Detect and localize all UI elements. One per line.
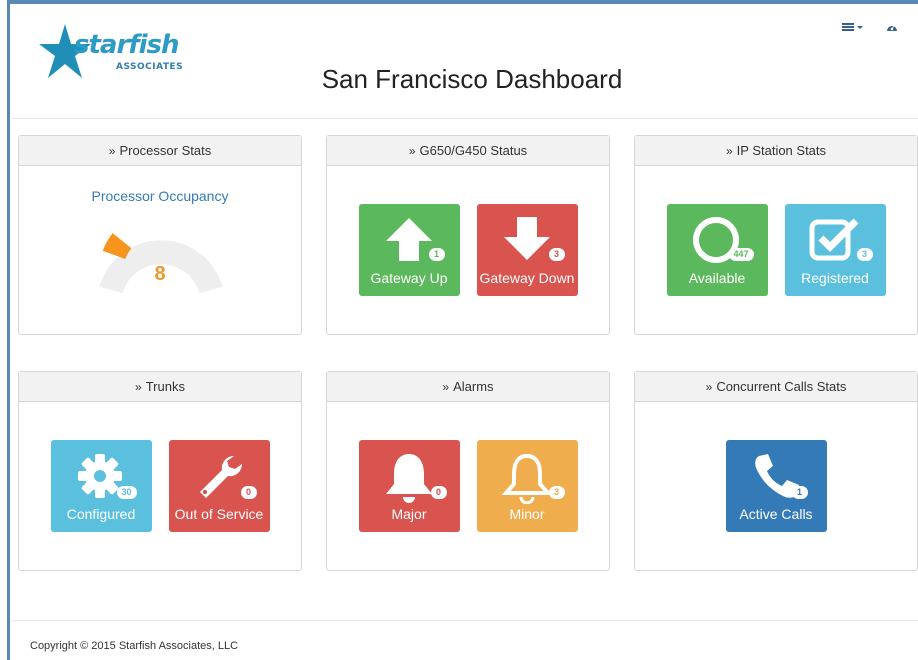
page-title: San Francisco Dashboard xyxy=(321,64,623,94)
gauge-fill-arc xyxy=(102,233,132,260)
tile-label: Gateway Up xyxy=(370,270,448,286)
count-badge: 3 xyxy=(548,486,565,499)
count-badge: 0 xyxy=(430,486,447,499)
panel-title: Trunks xyxy=(145,379,185,394)
double-chevron-icon: » xyxy=(442,380,450,394)
tile-label: Registered xyxy=(801,270,869,286)
available-tile[interactable]: 447 Available xyxy=(666,204,768,296)
tile-label: Active Calls xyxy=(739,506,813,522)
count-badge: 1 xyxy=(428,248,445,261)
dashboard-button[interactable] xyxy=(886,22,898,32)
active-calls-tile[interactable]: 1 Active Calls xyxy=(725,440,827,532)
top-nav xyxy=(842,22,898,32)
count-badge: 3 xyxy=(548,248,565,261)
tile-label: Gateway Down xyxy=(479,270,575,286)
footer-copyright: Copyright © 2015 Starfish Associates, LL… xyxy=(30,640,239,652)
panel-concurrent-calls: » Concurrent Calls Stats 1 Active Calls xyxy=(634,371,918,571)
panel-title: G650/G450 Status xyxy=(419,143,528,158)
panel-header: » Alarms xyxy=(327,372,609,402)
panel-title: Alarms xyxy=(453,379,494,394)
panel-header: » Trunks xyxy=(19,372,301,402)
window-left-border xyxy=(0,0,10,660)
panel-title: IP Station Stats xyxy=(736,143,827,158)
registered-tile[interactable]: 3 Registered xyxy=(784,204,886,296)
arrow-up-icon xyxy=(386,218,432,261)
arrow-down-icon xyxy=(504,217,550,260)
count-badge: 3 xyxy=(856,248,873,261)
dashboard-icon xyxy=(887,25,897,31)
menu-dropdown-button[interactable] xyxy=(842,22,864,32)
out-of-service-tile[interactable]: 0 Out of Service xyxy=(168,440,270,532)
tile-label: Minor xyxy=(509,506,545,522)
panel-title: Concurrent Calls Stats xyxy=(716,379,847,394)
panel-header: » G650/G450 Status xyxy=(327,136,609,166)
bell-outline-icon xyxy=(501,453,553,504)
gauge-value: 8 xyxy=(154,263,166,285)
configured-tile[interactable]: 30 Configured xyxy=(50,440,152,532)
header-divider xyxy=(12,118,918,119)
tile-label: Configured xyxy=(66,506,136,522)
checkbox-checked-icon xyxy=(809,218,859,261)
gauge-label: Processor Occupancy xyxy=(91,188,229,204)
double-chevron-icon: » xyxy=(108,144,116,158)
occupancy-gauge xyxy=(99,233,223,294)
panel-header: » IP Station Stats xyxy=(635,136,917,166)
gateway-down-tile[interactable]: 3 Gateway Down xyxy=(476,204,578,296)
tile-label: Major xyxy=(391,506,427,522)
panel-processor-stats: » Processor Stats Processor Occupancy 8 xyxy=(18,135,302,335)
minor-alarm-tile[interactable]: 3 Minor xyxy=(476,440,578,532)
bell-icon xyxy=(386,454,432,503)
logo-subtitle: ASSOCIATES xyxy=(116,62,184,72)
count-badge: 447 xyxy=(728,248,754,261)
panel-header: » Processor Stats xyxy=(19,136,301,166)
double-chevron-icon: » xyxy=(705,380,713,394)
panel-gateway-status: » G650/G450 Status 1 Gateway Up 3 Gateway… xyxy=(326,135,610,335)
gateway-up-tile[interactable]: 1 Gateway Up xyxy=(358,204,460,296)
panel-header: » Concurrent Calls Stats xyxy=(635,372,917,402)
panel-ip-station-stats: » IP Station Stats 447 Available 3 Regist… xyxy=(634,135,918,335)
panel-alarms: » Alarms 0 Major 3 Minor xyxy=(326,371,610,571)
count-badge: 30 xyxy=(116,486,137,499)
count-badge: 0 xyxy=(240,486,257,499)
tile-label: Out of Service xyxy=(174,506,264,522)
panel-title: Processor Stats xyxy=(119,143,212,158)
double-chevron-icon: » xyxy=(408,144,416,158)
count-badge: 1 xyxy=(791,486,808,499)
panel-trunks: » Trunks 30 Configured 0 Out of Service xyxy=(18,371,302,571)
double-chevron-icon: » xyxy=(135,380,142,394)
logo-wordmark: starfish xyxy=(74,30,179,60)
tile-label: Available xyxy=(688,270,746,286)
wrench-icon xyxy=(200,455,243,498)
footer-divider xyxy=(12,620,918,621)
major-alarm-tile[interactable]: 0 Major xyxy=(358,440,460,532)
starfish-logo[interactable]: starfish ASSOCIATES xyxy=(36,18,183,90)
double-chevron-icon: » xyxy=(725,144,733,158)
list-dropdown-icon xyxy=(842,23,863,31)
window-top-border xyxy=(10,0,918,4)
